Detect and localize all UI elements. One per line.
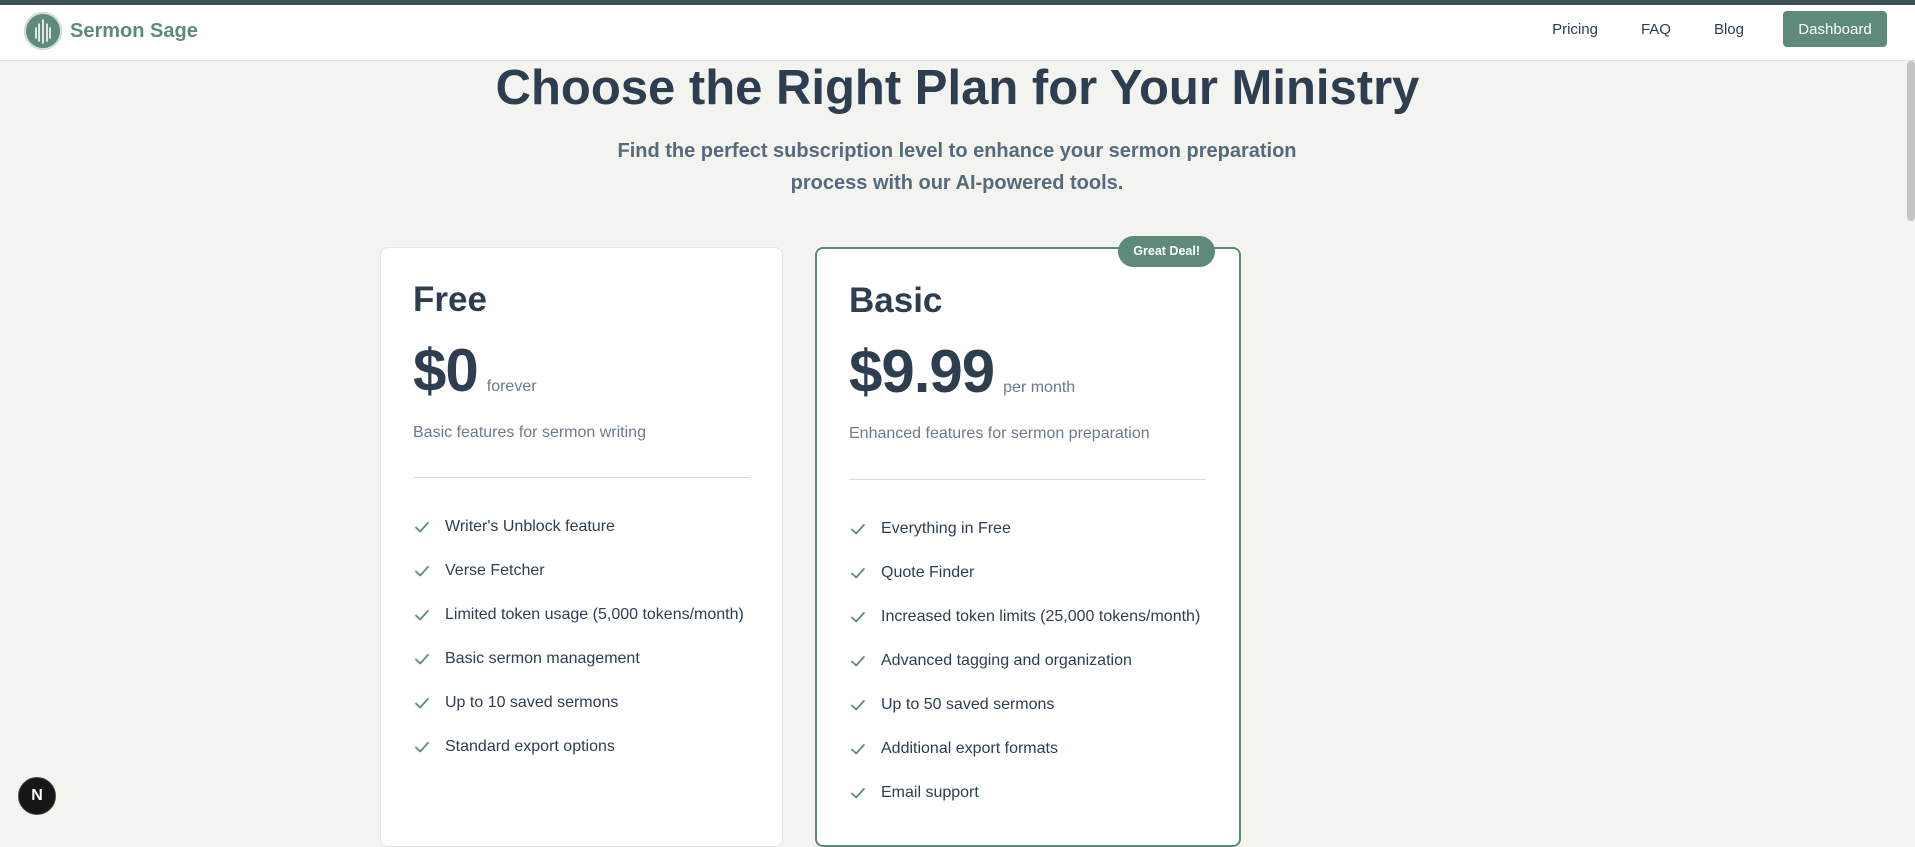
feature-label: Writer's Unblock feature xyxy=(445,518,615,535)
plan-period: per month xyxy=(1003,379,1076,396)
check-icon xyxy=(415,521,429,533)
wheat-logo-icon xyxy=(24,12,62,50)
feature-label: Additional export formats xyxy=(881,740,1058,757)
brand-logo[interactable]: Sermon Sage xyxy=(24,12,198,50)
check-icon xyxy=(415,653,429,665)
dashboard-button[interactable]: Dashboard xyxy=(1783,11,1887,47)
feature-item: Writer's Unblock feature xyxy=(413,505,744,549)
brand-name: Sermon Sage xyxy=(70,19,198,42)
plan-price: $0 xyxy=(413,337,479,404)
feature-label: Basic sermon management xyxy=(445,650,640,667)
plan-card-basic: Great Deal! Basic $9.99 per month Enhanc… xyxy=(815,236,1241,847)
feature-item: Limited token usage (5,000 tokens/month) xyxy=(413,593,744,637)
feature-item: Standard export options xyxy=(413,725,744,769)
feature-item: Verse Fetcher xyxy=(413,549,744,593)
feature-item: Everything in Free xyxy=(849,507,1200,551)
page-subtitle: Find the perfect subscription level to e… xyxy=(617,140,1297,194)
page-title: Choose the Right Plan for Your Ministry xyxy=(495,61,1420,115)
feature-label: Advanced tagging and organization xyxy=(881,652,1132,669)
feature-item: Up to 10 saved sermons xyxy=(413,681,744,725)
plan-card-free: Free $0 forever Basic features for sermo… xyxy=(380,247,783,847)
feature-label: Email support xyxy=(881,784,979,801)
feature-item: Email support xyxy=(849,771,1200,815)
check-icon xyxy=(851,523,865,535)
check-icon xyxy=(851,567,865,579)
plan-name: Basic xyxy=(849,281,943,320)
price-row: $0 forever xyxy=(413,336,537,405)
price-row: $9.99 per month xyxy=(849,337,1075,406)
check-icon xyxy=(415,565,429,577)
divider xyxy=(413,477,750,478)
plan-description: Basic features for sermon writing xyxy=(413,424,646,441)
feature-label: Up to 10 saved sermons xyxy=(445,694,619,711)
main-nav: Pricing FAQ Blog Dashboard xyxy=(1552,11,1887,47)
feature-label: Everything in Free xyxy=(881,520,1011,537)
feature-item: Up to 50 saved sermons xyxy=(849,683,1200,727)
feature-item: Basic sermon management xyxy=(413,637,744,681)
check-icon xyxy=(851,787,865,799)
check-icon xyxy=(851,743,865,755)
divider xyxy=(849,479,1206,480)
feature-label: Increased token limits (25,000 tokens/mo… xyxy=(881,608,1201,625)
nav-link-blog[interactable]: Blog xyxy=(1714,21,1744,38)
nav-link-pricing[interactable]: Pricing xyxy=(1552,21,1598,38)
check-icon xyxy=(851,611,865,623)
navbar: Sermon Sage Pricing FAQ Blog Dashboard xyxy=(0,5,1915,61)
feature-item: Quote Finder xyxy=(849,551,1200,595)
check-icon xyxy=(415,609,429,621)
nav-link-faq[interactable]: FAQ xyxy=(1641,21,1671,38)
feature-item: Additional export formats xyxy=(849,727,1200,771)
feature-label: Limited token usage (5,000 tokens/month) xyxy=(445,606,744,623)
feature-label: Standard export options xyxy=(445,738,615,755)
check-icon xyxy=(415,697,429,709)
feature-list: Writer's Unblock feature Verse Fetcher L… xyxy=(413,505,744,769)
feature-item: Advanced tagging and organization xyxy=(849,639,1200,683)
plan-name: Free xyxy=(413,280,487,319)
feature-list: Everything in Free Quote Finder Increase… xyxy=(849,507,1200,815)
feature-item: Increased token limits (25,000 tokens/mo… xyxy=(849,595,1200,639)
feature-label: Quote Finder xyxy=(881,564,975,581)
check-icon xyxy=(851,699,865,711)
plan-period: forever xyxy=(486,378,537,395)
feature-label: Verse Fetcher xyxy=(445,562,545,579)
plan-price: $9.99 xyxy=(849,338,995,405)
feature-label: Up to 50 saved sermons xyxy=(881,696,1055,713)
great-deal-badge: Great Deal! xyxy=(1118,236,1215,267)
plan-description: Enhanced features for sermon preparation xyxy=(849,425,1150,442)
check-icon xyxy=(415,741,429,753)
page-scrollbar[interactable] xyxy=(1907,61,1915,221)
dev-indicator-button[interactable]: N xyxy=(18,777,56,815)
check-icon xyxy=(851,655,865,667)
